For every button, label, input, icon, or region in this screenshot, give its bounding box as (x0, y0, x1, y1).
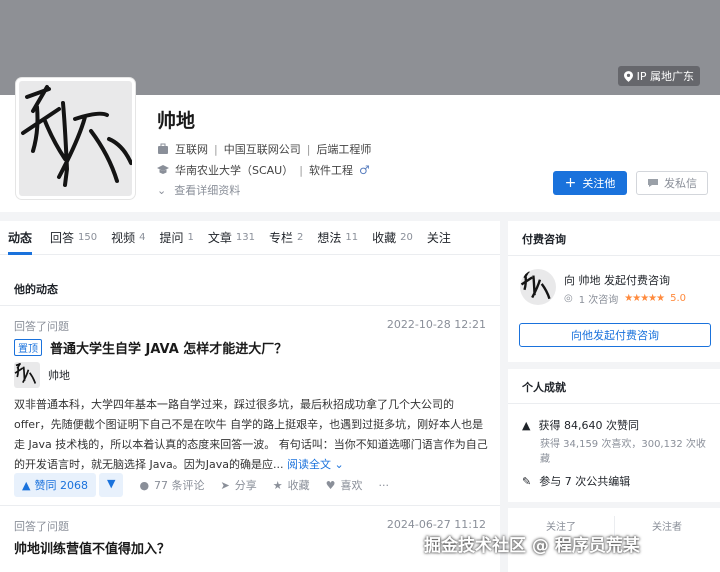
tab-thoughts[interactable]: 想法 11 (317, 229, 358, 246)
likes-stat: ▲ 获得 84,640 次赞同 (522, 418, 639, 433)
activity-meta: 回答了问题 (14, 320, 69, 333)
avatar[interactable] (16, 78, 135, 199)
job-text: 后端工程师 (316, 143, 372, 156)
activity-meta-2: 回答了问题 (14, 520, 69, 533)
vote-group: ▲ 赞同 2068 ▼ (14, 473, 124, 497)
plus-icon: + (564, 175, 577, 191)
upvote-button[interactable]: ▲ 赞同 2068 (14, 473, 96, 497)
read-more-link[interactable]: 阅读全文 ⌄ (287, 458, 344, 471)
pinned-badge: 置顶 (14, 339, 42, 356)
tab-following[interactable]: 关注 (427, 229, 451, 246)
paid-consult-card: 付费咨询 向 帅地 发起付费咨询 ◎ 1 次咨询 ★★★★★ 5.0 向他发起付… (508, 221, 720, 362)
message-button[interactable]: 发私信 (636, 171, 708, 195)
achievements-card: 个人成就 ▲ 获得 84,640 次赞同 获得 34,159 次喜欢，300,1… (508, 369, 720, 502)
question-title-2[interactable]: 帅地训练营值不值得加入？ (14, 538, 170, 557)
major-text: 软件工程 (308, 164, 353, 177)
more-button[interactable]: ··· (379, 479, 390, 492)
industry-row: 互联网 | 中国互联网公司 | 后端工程师 (157, 141, 371, 157)
chevron-down-icon: ⌄ (157, 183, 167, 197)
tab-answers[interactable]: 回答 150 (50, 229, 97, 246)
industry-text: 互联网 (175, 143, 208, 156)
heart-icon: ♥ (325, 478, 336, 492)
triangle-down-icon: ▼ (106, 477, 116, 490)
profile-name: 帅地 (157, 110, 196, 132)
edit-icon: ✎ (522, 474, 532, 488)
watermark-text: 掘金技术社区 @ 程序员荒某 (424, 536, 640, 556)
achievements-title: 个人成就 (522, 381, 566, 394)
view-detail-link[interactable]: ⌄ 查看详细资料 (157, 182, 240, 198)
ip-location-badge: IP 属地广东 (617, 66, 700, 86)
activity-date-2: 2024-06-27 11:12 (386, 518, 486, 531)
view-detail-text: 查看详细资料 (174, 184, 241, 197)
check-circle-icon: ◎ (564, 293, 573, 304)
edit-stat: ✎ 参与 7 次公共编辑 (522, 474, 631, 489)
chat-bubble-icon (648, 179, 658, 187)
answer-actions: ▲ 赞同 2068 ▼ ● 77 条评论 ➤ 分享 ★ 收藏 ♥ 喜欢 ··· (14, 473, 389, 497)
answer-excerpt[interactable]: 双非普通本科，大学四年基本一路自学过来，踩过很多坑，最后秋招成功拿了几个大公司的… (14, 395, 490, 475)
tab-questions[interactable]: 提问 1 (160, 229, 194, 246)
profile-tabs: 动态 回答 150 视频 4 提问 1 文章 131 专栏 2 想法 11 收藏 20 关注 (0, 221, 500, 255)
ip-location-text: IP 属地广东 (636, 70, 694, 83)
graduation-cap-icon (157, 165, 169, 174)
company-text: 中国互联网公司 (223, 143, 301, 156)
education-row: 华南农业大学（SCAU） | 软件工程 ♂ (157, 162, 370, 178)
tab-articles[interactable]: 文章 131 (208, 229, 255, 246)
tab-collections[interactable]: 收藏 20 (372, 229, 413, 246)
consult-line: 向 帅地 发起付费咨询 (564, 274, 670, 287)
tab-videos[interactable]: 视频 4 (111, 229, 145, 246)
male-icon: ♂ (358, 163, 370, 177)
location-pin-icon (623, 70, 633, 82)
like-button[interactable]: ♥ 喜欢 (326, 477, 363, 493)
consult-avatar[interactable] (520, 269, 556, 305)
calligraphy-avatar-image (21, 85, 132, 187)
rating-stars: ★★★★★ (624, 293, 665, 304)
school-text: 华南农业大学（SCAU） (175, 164, 294, 177)
triangle-up-icon: ▲ (22, 478, 31, 492)
main-column: 动态 回答 150 视频 4 提问 1 文章 131 专栏 2 想法 11 收藏 20 关注 … (0, 221, 500, 572)
followers-label[interactable]: 关注者 (652, 518, 682, 533)
activity-date: 2022-10-28 12:21 (386, 318, 486, 331)
tab-activity[interactable]: 动态 (8, 229, 36, 246)
comments-button[interactable]: ● 77 条评论 (139, 477, 204, 493)
share-icon: ➤ (220, 478, 230, 492)
star-icon: ★ (272, 478, 283, 492)
author-name: 帅地 (48, 369, 70, 382)
start-consult-button[interactable]: 向他发起付费咨询 (519, 323, 711, 347)
question-title[interactable]: 置顶 普通大学生自学 JAVA 怎样才能进大厂？ (14, 338, 287, 357)
consult-stats: ◎ 1 次咨询 ★★★★★ 5.0 (564, 293, 687, 306)
comment-icon: ● (139, 478, 150, 492)
active-tab-indicator (8, 252, 32, 255)
briefcase-icon (158, 143, 168, 154)
upvote-icon: ▲ (522, 418, 531, 432)
downvote-button[interactable]: ▼ (98, 473, 124, 497)
answer-author[interactable]: 帅地 (14, 362, 70, 388)
feed-section-title: 他的动态 (14, 283, 58, 296)
author-avatar (14, 362, 40, 388)
paid-consult-title: 付费咨询 (522, 233, 566, 246)
share-button[interactable]: ➤ 分享 (221, 477, 257, 493)
follow-button[interactable]: + 关注他 (553, 171, 627, 195)
likes-sub-stat: 获得 34,159 次喜欢，300,132 次收藏 (540, 439, 706, 465)
tab-columns[interactable]: 专栏 2 (269, 229, 303, 246)
favorite-button[interactable]: ★ 收藏 (273, 477, 310, 493)
